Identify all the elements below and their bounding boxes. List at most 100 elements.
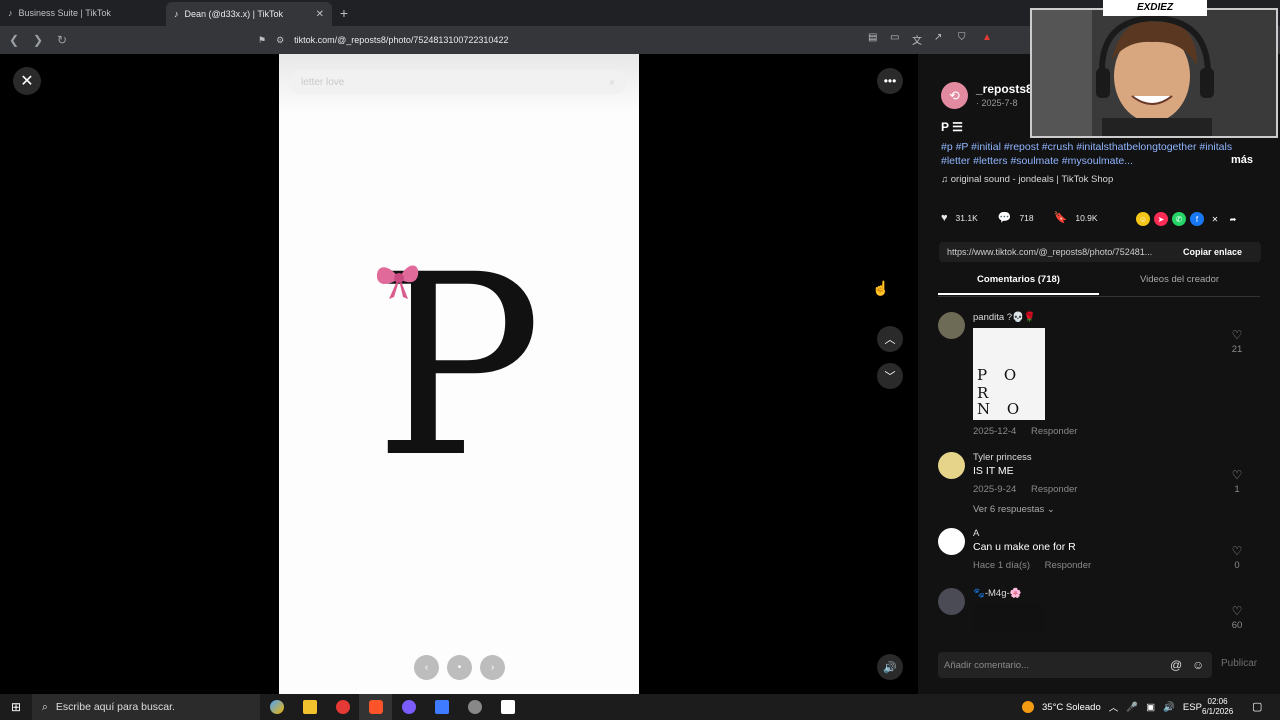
file-explorer-icon[interactable] bbox=[293, 694, 326, 720]
media-player-icon[interactable] bbox=[326, 694, 359, 720]
heart-icon[interactable]: ♥ bbox=[941, 212, 948, 224]
extension-icon[interactable]: ▤ bbox=[868, 32, 877, 43]
taskbar-search[interactable]: ⌕ Escribe aquí para buscar. bbox=[32, 694, 260, 720]
rewards-icon[interactable]: ▲ bbox=[982, 32, 992, 43]
carousel-next-button[interactable]: › bbox=[480, 655, 505, 680]
comment-like-count: 60 bbox=[1231, 620, 1243, 631]
address-bar[interactable]: ⚑ ⚙ tiktok.com/@_reposts8/photo/75248131… bbox=[258, 29, 878, 51]
volume-icon[interactable]: 🔊 bbox=[877, 654, 903, 680]
avatar[interactable] bbox=[938, 312, 965, 339]
commenter-name[interactable]: pandita ?💀🌹 bbox=[973, 312, 1036, 323]
cast-icon[interactable]: ▭ bbox=[890, 32, 899, 43]
brave-browser-icon[interactable] bbox=[359, 694, 392, 720]
translate-icon[interactable]: 文 bbox=[912, 32, 922, 47]
site-info-icon[interactable]: ⚙ bbox=[276, 35, 284, 46]
heart-outline-icon[interactable]: ♡ bbox=[1230, 544, 1244, 558]
emoji-icon[interactable]: ☺ bbox=[1192, 658, 1204, 672]
search-icon[interactable]: ⌕ bbox=[609, 77, 615, 88]
tab-label: Business Suite | TikTok bbox=[18, 8, 111, 18]
post-link[interactable]: https://www.tiktok.com/@_reposts8/photo/… bbox=[939, 247, 1169, 257]
carousel-prev-button[interactable]: ‹ bbox=[414, 655, 439, 680]
heart-outline-icon[interactable]: ♡ bbox=[1230, 604, 1244, 618]
reply-button[interactable]: Responder bbox=[1045, 560, 1091, 571]
tab-business-suite[interactable]: ♪ Business Suite | TikTok bbox=[0, 0, 166, 26]
facebook-icon[interactable]: f bbox=[1190, 212, 1204, 226]
author-avatar[interactable]: ⟲ bbox=[941, 82, 968, 109]
post-details-panel: ⟲ _reposts8 · 2025-7-8 P ☰ #p #P #initia… bbox=[918, 54, 1280, 694]
app-icon[interactable] bbox=[425, 694, 458, 720]
post-link-box: https://www.tiktok.com/@_reposts8/photo/… bbox=[939, 242, 1261, 262]
more-options-button[interactable]: ••• bbox=[877, 68, 903, 94]
comment-date: 2025-9-24 bbox=[973, 484, 1017, 495]
save-count: 10.9K bbox=[1075, 212, 1098, 223]
send-share-icon[interactable]: ➤ bbox=[1154, 212, 1168, 226]
windows-start-icon[interactable]: ⊞ bbox=[0, 700, 32, 714]
shield-icon[interactable]: ⛉ bbox=[958, 32, 966, 43]
comment-meta: Hace 1 día(s) Responder bbox=[973, 560, 1091, 571]
taskbar-clock[interactable]: 02:06 6/1/2026 bbox=[1202, 697, 1233, 717]
avatar[interactable] bbox=[938, 528, 965, 555]
streamer-image bbox=[1032, 10, 1276, 136]
reply-button[interactable]: Responder bbox=[1031, 484, 1077, 495]
capcut-icon[interactable] bbox=[491, 694, 524, 720]
clock-date: 6/1/2026 bbox=[1202, 707, 1234, 716]
mention-icon[interactable]: @ bbox=[1170, 658, 1182, 672]
view-replies-button[interactable]: Ver 6 respuestas ⌄ bbox=[973, 504, 1055, 515]
browser-profile-icon[interactable] bbox=[392, 694, 425, 720]
sound-link[interactable]: ♫ original sound - jondeals | TikTok Sho… bbox=[941, 174, 1113, 185]
tab-comments[interactable]: Comentarios (718) bbox=[938, 274, 1099, 295]
tray-overflow-icon[interactable]: ︿ bbox=[1109, 700, 1119, 714]
x-icon[interactable]: ✕ bbox=[1208, 212, 1222, 226]
forward-icon[interactable]: ❯ bbox=[28, 33, 48, 47]
avatar[interactable] bbox=[938, 588, 965, 615]
back-icon[interactable]: ❮ bbox=[4, 33, 24, 47]
commenter-name[interactable]: Tyler princess bbox=[973, 452, 1032, 463]
url-text[interactable]: tiktok.com/@_reposts8/photo/752481310072… bbox=[294, 35, 508, 45]
commenter-name[interactable]: 🐾-M4g-🌸 bbox=[973, 588, 1021, 599]
heart-outline-icon[interactable]: ♡ bbox=[1230, 328, 1244, 342]
network-icon[interactable]: ▣ bbox=[1146, 702, 1155, 713]
close-viewer-button[interactable]: ✕ bbox=[13, 67, 41, 95]
language-indicator[interactable]: ESP bbox=[1183, 702, 1202, 713]
tab-dean-profile[interactable]: ♪ Dean (@d33x.x) | TikTok ✕ bbox=[166, 2, 332, 26]
comment-like-count: 1 bbox=[1234, 484, 1240, 495]
bookmark-icon[interactable]: ⚑ bbox=[258, 35, 266, 46]
microphone-icon[interactable]: 🎤 bbox=[1126, 702, 1138, 713]
close-tab-icon[interactable]: ✕ bbox=[316, 9, 324, 20]
weather-text[interactable]: 35°C Soleado bbox=[1042, 702, 1101, 713]
previous-post-button[interactable]: ︿ bbox=[877, 326, 903, 352]
tab-creator-videos[interactable]: Videos del creador bbox=[1099, 274, 1260, 295]
comment-image[interactable]: P O R N O bbox=[973, 328, 1045, 420]
comment-icon[interactable]: 💬 bbox=[998, 211, 1012, 224]
post-photo[interactable]: letter love ⌕ P ‹ • › bbox=[279, 54, 639, 694]
copilot-icon[interactable] bbox=[260, 694, 293, 720]
comment-text: IS IT ME bbox=[973, 465, 1014, 477]
reply-button[interactable]: Responder bbox=[1031, 426, 1077, 437]
embed-share-icon[interactable]: ☺ bbox=[1136, 212, 1150, 226]
comment-input[interactable]: Añadir comentario... @ ☺ bbox=[938, 652, 1212, 678]
bookmark-icon[interactable]: 🔖 bbox=[1054, 211, 1068, 224]
more-text-button[interactable]: más bbox=[1231, 154, 1253, 166]
carousel-dot[interactable]: • bbox=[447, 655, 472, 680]
reload-icon[interactable]: ↻ bbox=[52, 33, 72, 47]
next-post-button[interactable]: ﹀ bbox=[877, 363, 903, 389]
post-comment-button[interactable]: Publicar bbox=[1221, 658, 1257, 669]
sun-icon bbox=[1022, 701, 1034, 713]
share-icon[interactable]: ↗ bbox=[934, 32, 942, 43]
volume-icon[interactable]: 🔊 bbox=[1163, 702, 1175, 713]
search-input[interactable]: letter love ⌕ bbox=[289, 70, 627, 94]
search-placeholder: letter love bbox=[301, 76, 345, 88]
copy-link-button[interactable]: Copiar enlace bbox=[1183, 247, 1242, 257]
notification-icon[interactable]: ▢ bbox=[1252, 700, 1262, 713]
forward-share-icon[interactable]: ➦ bbox=[1226, 212, 1240, 226]
author-name[interactable]: _reposts8 bbox=[976, 82, 1033, 96]
commenter-name[interactable]: A bbox=[973, 528, 979, 539]
avatar[interactable] bbox=[938, 452, 965, 479]
heart-outline-icon[interactable]: ♡ bbox=[1230, 468, 1244, 482]
post-date: · 2025-7-8 bbox=[976, 98, 1018, 108]
post-hashtags[interactable]: #p #P #initial #repost #crush #initalsth… bbox=[941, 140, 1241, 168]
settings-app-icon[interactable] bbox=[458, 694, 491, 720]
new-tab-button[interactable]: + bbox=[332, 0, 356, 26]
whatsapp-icon[interactable]: ✆ bbox=[1172, 212, 1186, 226]
comment-image[interactable] bbox=[973, 604, 1045, 634]
